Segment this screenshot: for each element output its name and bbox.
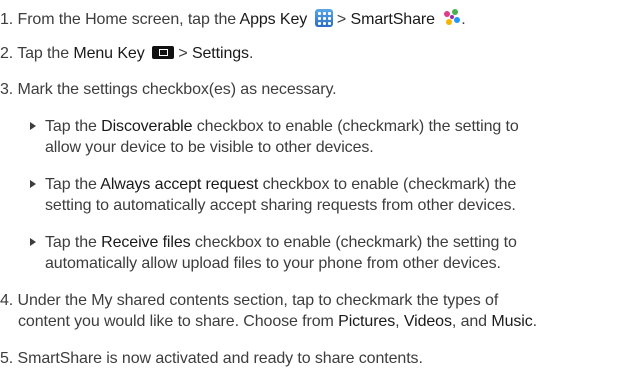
smartshare-icon — [443, 9, 461, 27]
bullet-text: checkbox to enable (checkmark) the setti… — [192, 118, 519, 135]
triangle-bullet-icon — [30, 122, 36, 130]
bullet-text: checkbox to enable (checkmark) the — [258, 176, 517, 193]
bullet-text: Tap the — [45, 176, 101, 193]
bullet-always-accept-cont: setting to automatically accept sharing … — [45, 196, 516, 216]
step-4-cont: content you would like to share. Choose … — [18, 312, 537, 332]
step-5: 5. SmartShare is now activated and ready… — [0, 349, 423, 369]
bullet-text: allow your device to be visible to other… — [45, 139, 374, 156]
always-accept-label: Always accept request — [100, 176, 259, 193]
step-1: 1. From the Home screen, tap the Apps Ke… — [0, 9, 466, 30]
step-end: . — [248, 45, 254, 62]
separator: > — [178, 45, 188, 62]
bullet-receive-files: Tap the Receive files checkbox to enable… — [30, 233, 517, 253]
step-2: 2. Tap the Menu Key > Settings. — [0, 44, 253, 64]
apps-key-icon — [314, 9, 333, 27]
menu-key-label: Menu Key — [73, 45, 145, 62]
comma: , — [395, 313, 400, 330]
bullet-receive-files-cont: automatically allow upload files to your… — [45, 254, 501, 274]
step-text: Under the My shared contents section, ta… — [17, 292, 499, 309]
step-4: 4. Under the My shared contents section,… — [0, 291, 498, 311]
step-text: SmartShare is now activated and ready to… — [17, 350, 423, 367]
bullet-text: automatically allow upload files to your… — [45, 255, 501, 272]
instruction-page: 1. From the Home screen, tap the Apps Ke… — [0, 0, 638, 376]
videos-label: Videos — [403, 313, 452, 330]
step-number: 2. — [0, 45, 14, 62]
step-text: content you would like to share. Choose … — [18, 313, 339, 330]
bullet-text: setting to automatically accept sharing … — [45, 197, 516, 214]
step-text: From the Home screen, tap the — [17, 11, 240, 28]
music-label: Music — [491, 313, 533, 330]
bullet-always-accept: Tap the Always accept request checkbox t… — [30, 175, 516, 195]
step-end: . — [532, 313, 537, 330]
bullet-text: checkbox to enable (checkmark) the setti… — [190, 234, 517, 251]
receive-files-label: Receive files — [101, 234, 191, 251]
discoverable-label: Discoverable — [101, 118, 193, 135]
bullet-text: Tap the — [45, 118, 102, 135]
settings-label: Settings — [191, 45, 249, 62]
step-text: Tap the — [17, 45, 74, 62]
apps-key-label: Apps Key — [239, 11, 308, 28]
menu-key-icon — [151, 46, 174, 59]
step-3: 3. Mark the settings checkbox(es) as nec… — [0, 80, 337, 100]
triangle-bullet-icon — [30, 180, 36, 188]
bullet-discoverable-cont: allow your device to be visible to other… — [45, 138, 374, 158]
step-number: 1. — [0, 11, 14, 28]
pictures-label: Pictures — [338, 313, 396, 330]
step-end: . — [461, 11, 466, 28]
bullet-discoverable: Tap the Discoverable checkbox to enable … — [30, 117, 519, 137]
step-number: 5. — [0, 350, 14, 367]
bullet-text: Tap the — [45, 234, 102, 251]
step-text: Mark the settings checkbox(es) as necess… — [17, 81, 337, 98]
separator: > — [336, 11, 347, 28]
smartshare-label: SmartShare — [350, 11, 435, 28]
triangle-bullet-icon — [30, 238, 36, 246]
and-text: , and — [451, 313, 487, 330]
step-number: 3. — [0, 81, 14, 98]
step-number: 4. — [0, 292, 14, 309]
